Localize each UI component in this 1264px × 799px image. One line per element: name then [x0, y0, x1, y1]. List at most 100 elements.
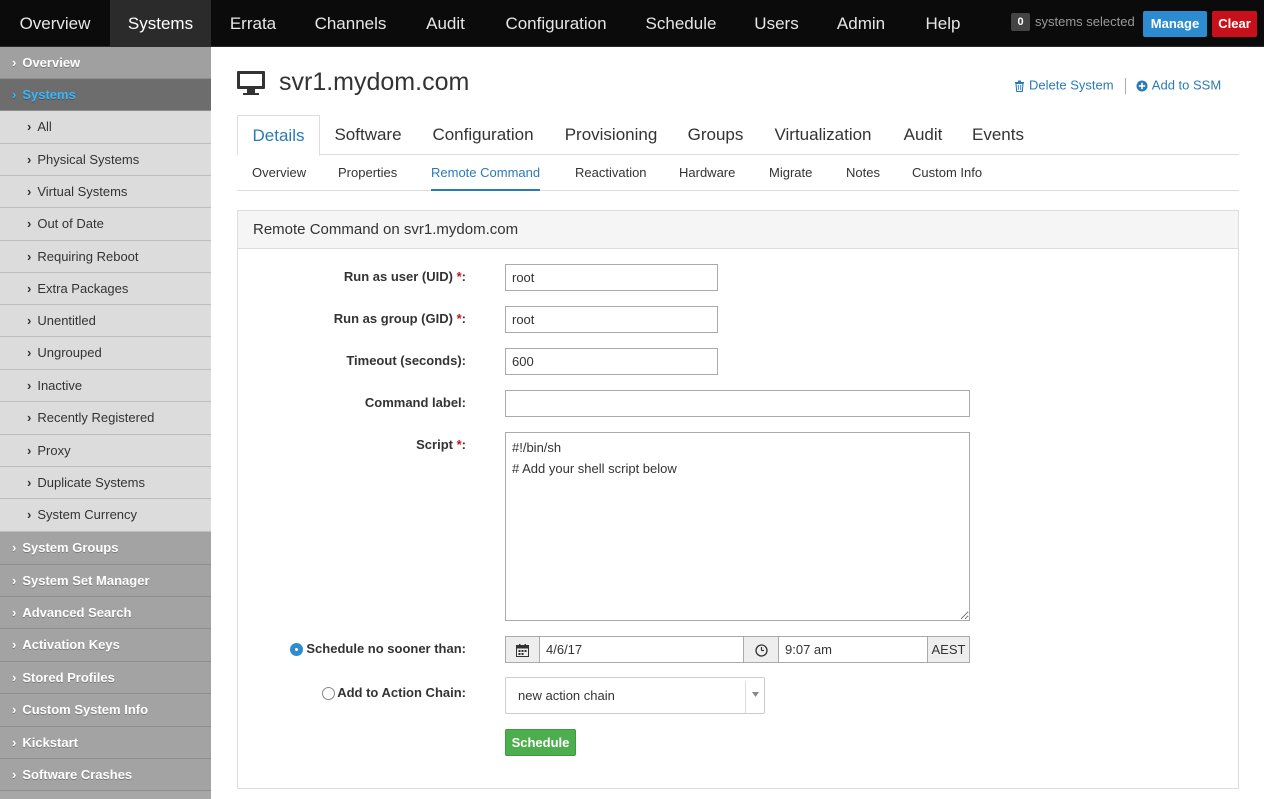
nav-configuration[interactable]: Configuration: [485, 0, 627, 47]
tab-virtualization[interactable]: Virtualization: [765, 115, 881, 155]
sidebar-subitem-all[interactable]: › All: [0, 111, 211, 144]
primary-tabs: Details Software Configuration Provision…: [237, 115, 1239, 156]
sidebar-item-label: Physical Systems: [37, 152, 140, 167]
sidebar-item-system-groups[interactable]: › System Groups: [0, 532, 211, 565]
sidebar-item-label: All: [37, 119, 52, 134]
sidebar-item-label: System Set Manager: [22, 573, 150, 588]
time-input[interactable]: 9:07 am: [778, 636, 928, 663]
sidebar-subitem-requiring-reboot[interactable]: › Requiring Reboot: [0, 241, 211, 273]
subtab-custom-info[interactable]: Custom Info: [912, 156, 982, 191]
nav-overview[interactable]: Overview: [0, 0, 110, 47]
sidebar-item-system-set-manager[interactable]: › System Set Manager: [0, 565, 211, 597]
timeout-label: Timeout (seconds):: [346, 353, 466, 368]
sidebar-subitem-duplicate-systems[interactable]: › Duplicate Systems: [0, 467, 211, 499]
subtab-properties[interactable]: Properties: [338, 156, 397, 191]
nav-audit[interactable]: Audit: [406, 0, 485, 47]
nav-help[interactable]: Help: [904, 0, 982, 47]
nav-users[interactable]: Users: [735, 0, 818, 47]
calendar-addon[interactable]: [505, 636, 540, 663]
action-chain-label: Add to Action Chain:: [337, 685, 466, 700]
gid-label-text: Run as group (GID): [333, 311, 453, 326]
uid-input[interactable]: root: [505, 264, 718, 291]
chevron-right-icon: ›: [27, 507, 32, 522]
tab-details[interactable]: Details: [237, 115, 320, 156]
gid-label: Run as group (GID) *:: [260, 310, 466, 328]
sidebar-subitem-unentitled[interactable]: › Unentitled: [0, 305, 211, 337]
nav-systems[interactable]: Systems: [110, 0, 211, 47]
sidebar-subitem-out-of-date[interactable]: › Out of Date: [0, 208, 211, 241]
sidebar-subitem-proxy[interactable]: › Proxy: [0, 435, 211, 467]
sidebar-subitem-recently-registered[interactable]: › Recently Registered: [0, 402, 211, 435]
sidebar-item-label: Advanced Search: [22, 605, 132, 620]
sidebar-item-label: Virtual Systems: [37, 184, 128, 199]
sidebar-item-label: Out of Date: [37, 216, 104, 231]
gid-input[interactable]: root: [505, 306, 718, 333]
sidebar-subitem-physical-systems[interactable]: › Physical Systems: [0, 144, 211, 176]
action-chain-select[interactable]: new action chain: [505, 677, 765, 714]
action-chain-radio[interactable]: [322, 687, 335, 700]
selected-systems-text: systems selected: [1035, 14, 1135, 29]
sidebar-item-advanced-search[interactable]: › Advanced Search: [0, 597, 211, 629]
sidebar-item-label: System Currency: [37, 507, 138, 522]
divider: [1125, 77, 1127, 94]
sidebar-item-label: Overview: [22, 55, 81, 70]
manage-button[interactable]: Manage: [1143, 11, 1207, 37]
sidebar-subitem-extra-packages[interactable]: › Extra Packages: [0, 273, 211, 305]
sidebar-item-overview[interactable]: › Overview: [0, 47, 211, 79]
nav-schedule[interactable]: Schedule: [627, 0, 735, 47]
panel-heading: Remote Command on svr1.mydom.com: [238, 211, 1238, 249]
subtab-migrate[interactable]: Migrate: [769, 156, 812, 191]
sidebar-item-label: Custom System Info: [22, 702, 149, 717]
schedule-button[interactable]: Schedule: [505, 729, 576, 756]
sidebar-subitem-virtual-systems[interactable]: › Virtual Systems: [0, 176, 211, 208]
nav-admin[interactable]: Admin: [818, 0, 904, 47]
tab-audit[interactable]: Audit: [893, 115, 953, 155]
trash-icon: [1015, 80, 1024, 92]
script-textarea[interactable]: [505, 432, 970, 621]
subtab-hardware[interactable]: Hardware: [679, 156, 735, 191]
chevron-right-icon: ›: [12, 767, 17, 782]
colon: :: [461, 311, 466, 326]
sidebar-item-kickstart[interactable]: › Kickstart: [0, 727, 211, 759]
subtab-remote-command[interactable]: Remote Command: [431, 156, 541, 191]
sidebar-item-label: System Groups: [22, 540, 119, 555]
timeout-input[interactable]: 600: [505, 348, 718, 375]
colon: :: [461, 437, 466, 452]
subtab-overview[interactable]: Overview: [252, 156, 306, 191]
subtab-reactivation[interactable]: Reactivation: [575, 156, 647, 191]
add-to-ssm-link[interactable]: Add to SSM: [1152, 78, 1221, 93]
sidebar-item-custom-system-info[interactable]: › Custom System Info: [0, 694, 211, 727]
date-input[interactable]: 4/6/17: [539, 636, 744, 663]
tab-provisioning[interactable]: Provisioning: [551, 115, 671, 155]
sidebar-item-stored-profiles[interactable]: › Stored Profiles: [0, 662, 211, 694]
clear-button[interactable]: Clear: [1212, 11, 1257, 37]
chevron-right-icon: ›: [27, 119, 32, 134]
nav-channels[interactable]: Channels: [295, 0, 406, 47]
tab-events[interactable]: Events: [965, 115, 1031, 155]
sidebar-item-software-crashes[interactable]: › Software Crashes: [0, 759, 211, 791]
subtab-notes[interactable]: Notes: [846, 156, 880, 191]
chevron-right-icon: ›: [27, 410, 32, 425]
top-navbar: Overview Systems Errata Channels Audit C…: [0, 0, 1264, 47]
uid-label: Run as user (UID) *:: [260, 268, 466, 286]
nav-errata[interactable]: Errata: [211, 0, 295, 47]
clock-addon[interactable]: [743, 636, 779, 663]
sidebar-item-label: Software Crashes: [22, 767, 133, 782]
sidebar-subitem-ungrouped[interactable]: › Ungrouped: [0, 337, 211, 370]
sidebar-item-label: Duplicate Systems: [37, 475, 145, 490]
page-actions: Delete System Add to SSM: [1014, 76, 1221, 95]
tab-software[interactable]: Software: [321, 115, 415, 155]
sidebar-subitem-inactive[interactable]: › Inactive: [0, 370, 211, 402]
tab-configuration[interactable]: Configuration: [417, 115, 549, 155]
delete-system-link[interactable]: Delete System: [1029, 78, 1114, 93]
timezone-addon: AEST: [927, 636, 970, 663]
sidebar-subitem-system-currency[interactable]: › System Currency: [0, 499, 211, 532]
sidebar-item-activation-keys[interactable]: › Activation Keys: [0, 629, 211, 662]
command-label-input[interactable]: [505, 390, 970, 417]
tab-groups[interactable]: Groups: [677, 115, 754, 155]
sidebar-item-systems[interactable]: › Systems: [0, 79, 211, 111]
chevron-down-icon[interactable]: [752, 692, 759, 698]
schedule-radio[interactable]: [290, 643, 303, 656]
chevron-right-icon: ›: [27, 249, 32, 264]
sidebar-item-label: Extra Packages: [37, 281, 129, 296]
